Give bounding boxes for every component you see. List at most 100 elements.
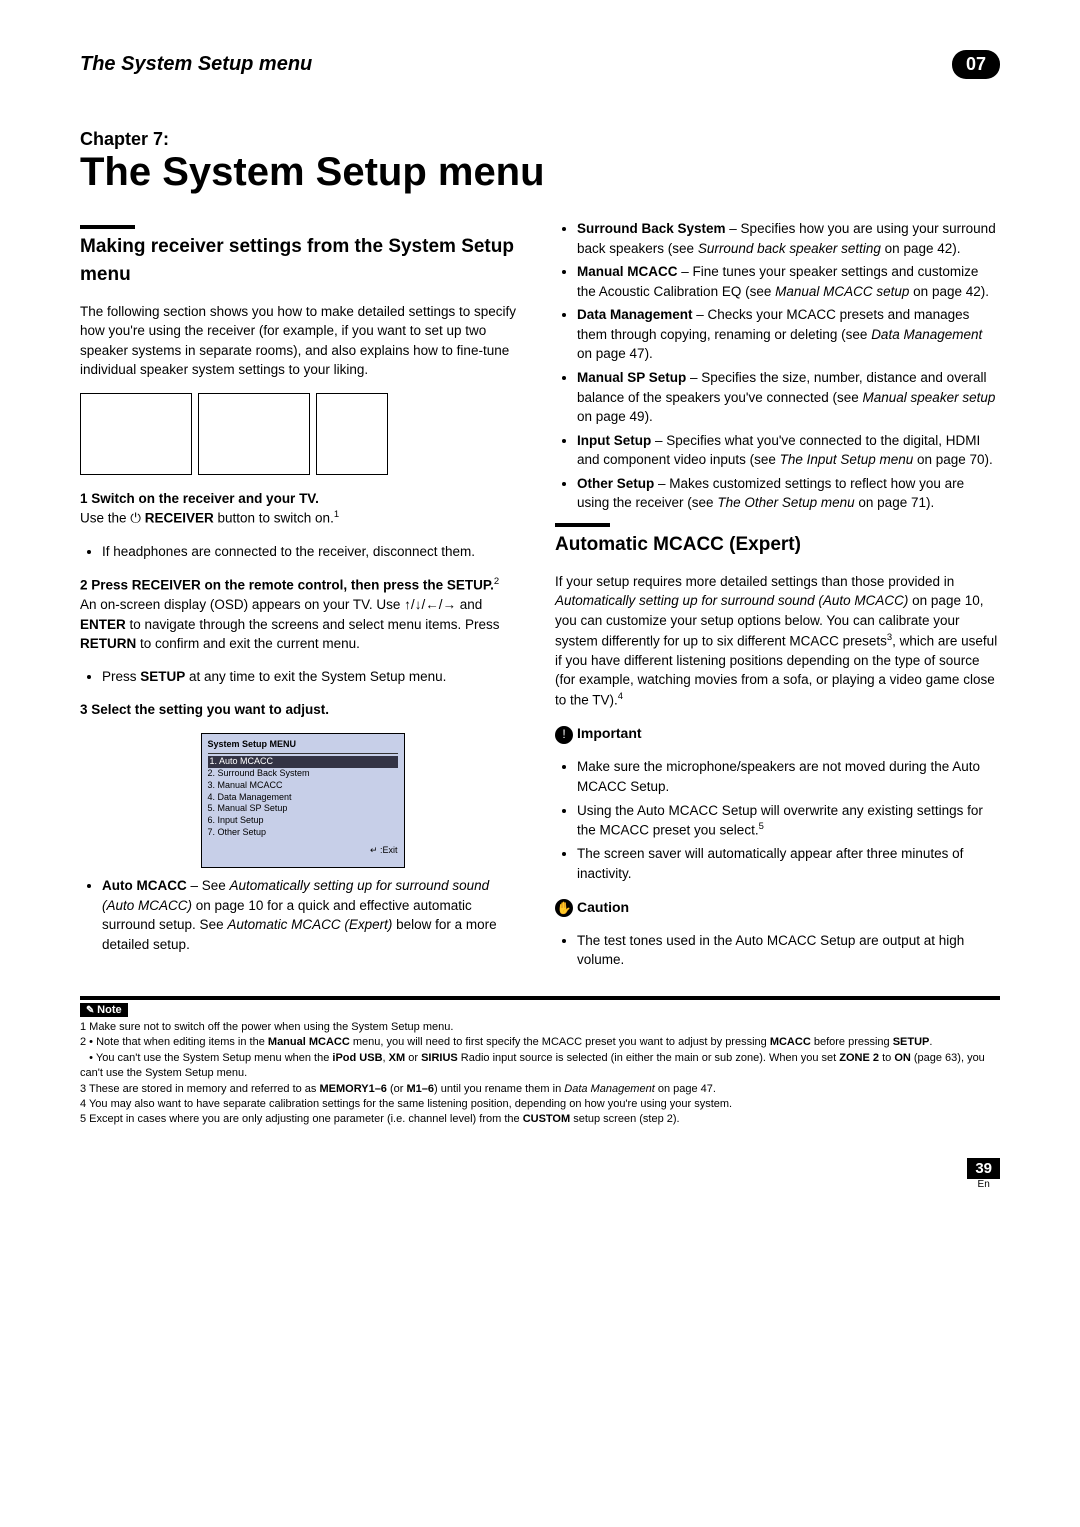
item-manual-mcacc: Manual MCACC – Fine tunes your speaker s… bbox=[577, 262, 1000, 301]
footnote-4: 4 You may also want to have separate cal… bbox=[80, 1097, 1000, 1112]
page-footer: 39 En bbox=[80, 1158, 1000, 1190]
footnote-1: 1 Make sure not to switch off the power … bbox=[80, 1020, 1000, 1035]
expert-body: If your setup requires more detailed set… bbox=[555, 572, 1000, 710]
step-2-bullet-setup: SETUP bbox=[140, 669, 185, 684]
auto-mcacc-bullet: Auto MCACC – See Automatically setting u… bbox=[102, 876, 525, 954]
note-label: Note bbox=[80, 1003, 128, 1017]
chapter-label: Chapter 7: bbox=[80, 129, 1000, 150]
left-column: Making receiver settings from the System… bbox=[80, 215, 525, 978]
remote-block-2 bbox=[198, 393, 310, 475]
content-columns: Making receiver settings from the System… bbox=[80, 215, 1000, 978]
osd-item-7: 7. Other Setup bbox=[208, 827, 398, 839]
item-tail: on page 42). bbox=[909, 284, 989, 299]
right-column: Surround Back System – Specifies how you… bbox=[555, 215, 1000, 978]
important-sup5: 5 bbox=[759, 821, 764, 832]
step-2-label: 2 Press RECEIVER on the remote control, … bbox=[80, 578, 494, 593]
expert-b: Automatically setting up for surround so… bbox=[555, 593, 908, 608]
osd-item-5: 5. Manual SP Setup bbox=[208, 803, 398, 815]
important-heading: !Important bbox=[555, 723, 1000, 744]
osd-item-1: 1. Auto MCACC bbox=[208, 756, 398, 768]
osd-item-2: 2. Surround Back System bbox=[208, 768, 398, 780]
important-2-text: Using the Auto MCACC Setup will overwrit… bbox=[577, 803, 983, 838]
item-tail: on page 49). bbox=[577, 409, 653, 424]
expert-a: If your setup requires more detailed set… bbox=[555, 574, 954, 589]
footnote-3: 3 These are stored in memory and referre… bbox=[80, 1082, 1000, 1097]
item-name: Manual MCACC bbox=[577, 264, 678, 279]
item-manual-sp: Manual SP Setup – Specifies the size, nu… bbox=[577, 368, 1000, 427]
item-ref: Manual MCACC setup bbox=[775, 284, 909, 299]
step-1-receiver: RECEIVER bbox=[141, 511, 214, 526]
caution-1: The test tones used in the Auto MCACC Se… bbox=[577, 931, 1000, 970]
page: The System Setup menu 07 Chapter 7: The … bbox=[0, 0, 1080, 1230]
auto-mcacc-name: Auto MCACC bbox=[102, 878, 187, 893]
chapter-title: The System Setup menu bbox=[80, 150, 1000, 195]
chapter-badge: 07 bbox=[952, 50, 1000, 79]
step-1-label: 1 Switch on the receiver and your TV. bbox=[80, 491, 319, 506]
item-name: Other Setup bbox=[577, 476, 654, 491]
caution-list: The test tones used in the Auto MCACC Se… bbox=[555, 931, 1000, 970]
item-tail: on page 71). bbox=[855, 495, 935, 510]
item-other-setup: Other Setup – Makes customized settings … bbox=[577, 474, 1000, 513]
item-ref: Manual speaker setup bbox=[863, 390, 996, 405]
important-2: Using the Auto MCACC Setup will overwrit… bbox=[577, 801, 1000, 841]
step-2-bullet-b: at any time to exit the System Setup men… bbox=[185, 669, 446, 684]
warning-icon: ! bbox=[555, 726, 573, 744]
remote-block-1 bbox=[80, 393, 192, 475]
step-2-text-a: An on-screen display (OSD) appears on yo… bbox=[80, 597, 499, 651]
item-input-setup: Input Setup – Specifies what you've conn… bbox=[577, 431, 1000, 470]
page-number: 39 bbox=[967, 1158, 1000, 1179]
item-tail: on page 70). bbox=[913, 452, 993, 467]
hand-icon: ✋ bbox=[555, 899, 573, 917]
step-3-label: 3 Select the setting you want to adjust. bbox=[80, 700, 525, 720]
osd-menu: System Setup MENU 1. Auto MCACC 2. Surro… bbox=[201, 733, 405, 868]
step-2-bullet-a: Press bbox=[102, 669, 140, 684]
osd-item-3: 3. Manual MCACC bbox=[208, 780, 398, 792]
step-1-sup: 1 bbox=[334, 509, 339, 520]
item-name: Data Management bbox=[577, 307, 693, 322]
osd-exit: ↵ :Exit bbox=[208, 844, 398, 857]
remote-block-3 bbox=[316, 393, 388, 475]
important-3: The screen saver will automatically appe… bbox=[577, 844, 1000, 883]
important-1: Make sure the microphone/speakers are no… bbox=[577, 757, 1000, 796]
osd-item-6: 6. Input Setup bbox=[208, 815, 398, 827]
step-1-bullet: If headphones are connected to the recei… bbox=[102, 542, 525, 562]
page-header: The System Setup menu 07 bbox=[80, 50, 1000, 79]
page-lang: En bbox=[967, 1179, 1000, 1190]
caution-heading: ✋Caution bbox=[555, 897, 1000, 918]
item-name: Surround Back System bbox=[577, 221, 726, 236]
auto-mcacc-e: Automatic MCACC (Expert) bbox=[227, 917, 392, 932]
caution-label: Caution bbox=[577, 899, 629, 915]
item-ref: The Input Setup menu bbox=[780, 452, 914, 467]
item-ref: The Other Setup menu bbox=[717, 495, 854, 510]
item-ref: Data Management bbox=[871, 327, 982, 342]
item-name: Input Setup bbox=[577, 433, 651, 448]
section-making-settings-title: Making receiver settings from the System… bbox=[80, 233, 525, 288]
section-rule-expert bbox=[555, 523, 610, 527]
step-1-text-b: button to switch on. bbox=[214, 511, 334, 526]
header-title: The System Setup menu bbox=[80, 53, 312, 76]
footnote-5: 5 Except in cases where you are only adj… bbox=[80, 1112, 1000, 1127]
important-label: Important bbox=[577, 725, 642, 741]
step-2-sup: 2 bbox=[494, 576, 499, 587]
step-1: 1 Switch on the receiver and your TV. Us… bbox=[80, 489, 525, 529]
step-1-text-a: Use the bbox=[80, 511, 130, 526]
item-ref: Surround back speaker setting bbox=[698, 241, 881, 256]
step-2-bullet: Press SETUP at any time to exit the Syst… bbox=[102, 667, 525, 687]
settings-list: Surround Back System – Specifies how you… bbox=[555, 219, 1000, 513]
remote-diagram bbox=[80, 393, 525, 475]
item-tail: on page 47). bbox=[577, 346, 653, 361]
footnotes: 1 Make sure not to switch off the power … bbox=[80, 1020, 1000, 1128]
item-tail: on page 42). bbox=[881, 241, 961, 256]
intro-paragraph: The following section shows you how to m… bbox=[80, 302, 525, 380]
important-list: Make sure the microphone/speakers are no… bbox=[555, 757, 1000, 883]
expert-sup4: 4 bbox=[618, 691, 623, 702]
item-surround-back: Surround Back System – Specifies how you… bbox=[577, 219, 1000, 258]
section-rule bbox=[80, 225, 135, 229]
osd-item-4: 4. Data Management bbox=[208, 792, 398, 804]
step-1-bullets: If headphones are connected to the recei… bbox=[80, 542, 525, 562]
step-2-bullets: Press SETUP at any time to exit the Syst… bbox=[80, 667, 525, 687]
note-bar: Note 1 Make sure not to switch off the p… bbox=[80, 996, 1000, 1128]
expert-title: Automatic MCACC (Expert) bbox=[555, 531, 1000, 559]
auto-mcacc-bullet-list: Auto MCACC – See Automatically setting u… bbox=[80, 876, 525, 954]
osd-title: System Setup MENU bbox=[208, 738, 398, 754]
